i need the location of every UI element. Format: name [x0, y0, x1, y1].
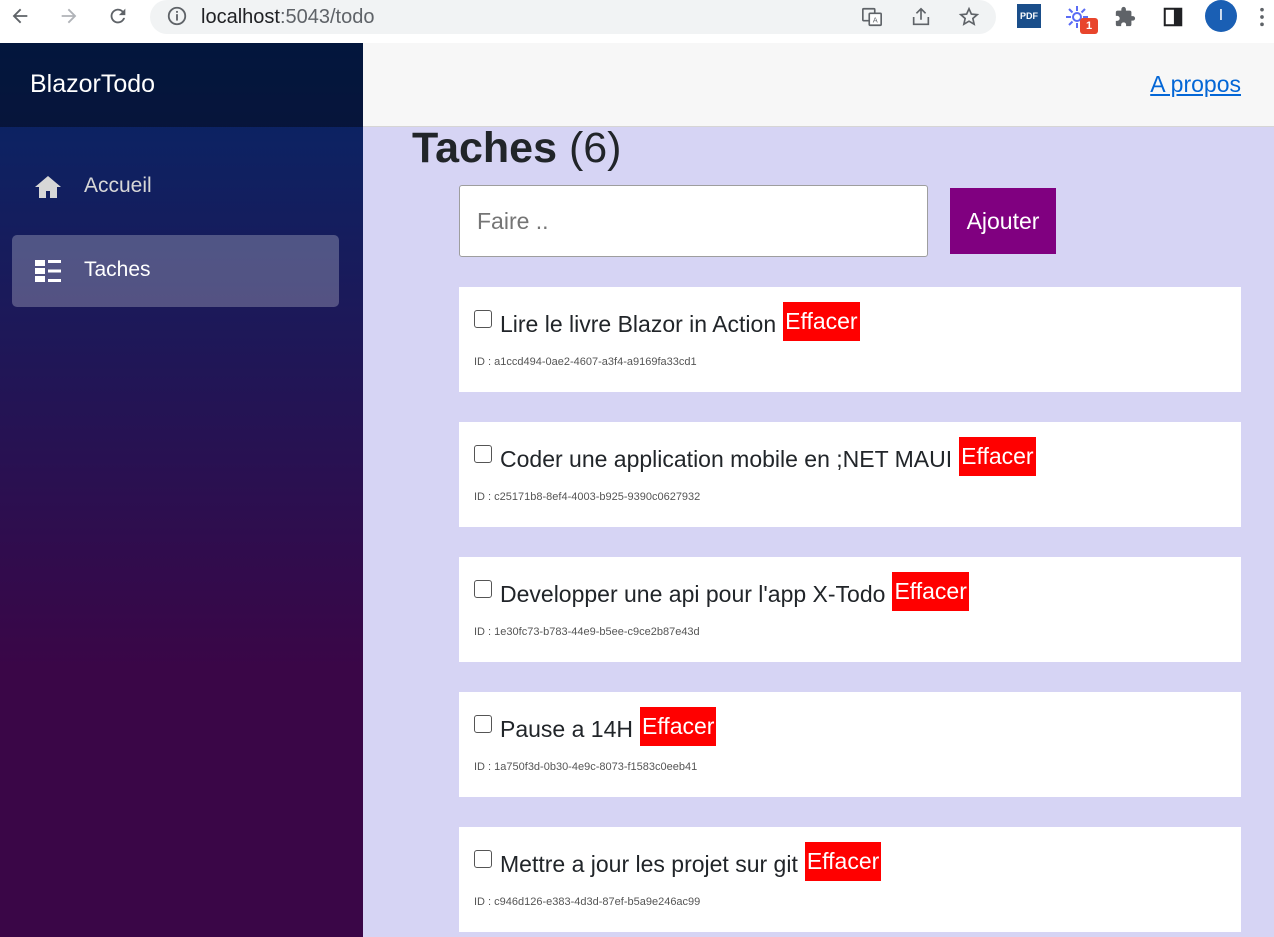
page-title-text: Taches — [412, 124, 557, 172]
add-button[interactable]: Ajouter — [950, 188, 1056, 254]
info-icon[interactable] — [166, 5, 188, 27]
address-bar[interactable]: localhost:5043/todo A — [150, 0, 996, 34]
delete-button[interactable]: Effacer — [783, 302, 860, 341]
app-brand[interactable]: BlazorTodo — [30, 70, 155, 99]
reload-button[interactable] — [104, 2, 132, 30]
todo-id: ID : 1a750f3d-0b30-4e9c-8073-f1583c0eeb4… — [474, 761, 698, 773]
todo-title-row: Lire le livre Blazor in Action Effacer — [500, 302, 860, 341]
todo-checkbox[interactable] — [474, 445, 492, 463]
side-panel-button[interactable] — [1160, 3, 1186, 31]
todo-title: Coder une application mobile en ;NET MAU… — [500, 446, 953, 472]
delete-button[interactable]: Effacer — [639, 707, 717, 746]
todo-item: Lire le livre Blazor in Action Effacer ID… — [459, 287, 1241, 392]
todo-checkbox[interactable] — [474, 580, 492, 598]
todo-title: Pause a 14H — [500, 716, 633, 742]
more-vertical-icon — [1260, 7, 1264, 27]
url-path: :5043/todo — [279, 6, 375, 28]
todo-item: Coder une application mobile en ;NET MAU… — [459, 422, 1241, 527]
todo-title-row: Coder une application mobile en ;NET MAU… — [500, 437, 1036, 476]
todo-checkbox[interactable] — [474, 850, 492, 868]
arrow-left-icon — [12, 8, 28, 24]
sidebar: BlazorTodo Accueil Taches — [0, 43, 363, 937]
puzzle-icon — [1115, 6, 1136, 27]
url-host: localhost — [201, 6, 280, 28]
sidebar-item-accueil[interactable]: Accueil — [12, 151, 339, 223]
todo-count: (6) — [568, 124, 622, 172]
extension-badge: 1 — [1080, 18, 1098, 34]
arrow-right-icon — [61, 8, 77, 24]
reload-icon — [110, 8, 126, 24]
forward-button[interactable] — [55, 2, 83, 30]
todo-title: Lire le livre Blazor in Action — [500, 311, 777, 337]
top-row: A propos — [363, 43, 1274, 127]
delete-button[interactable]: Effacer — [892, 572, 969, 611]
todo-title: Mettre a jour les projet sur git — [500, 851, 798, 877]
svg-text:A: A — [873, 16, 878, 25]
todo-checkbox[interactable] — [474, 715, 492, 733]
todo-item: Developper une api pour l'app X-Todo Effa… — [459, 557, 1241, 662]
back-button[interactable] — [6, 2, 34, 30]
translate-icon: A — [862, 7, 882, 27]
todo-item: Pause a 14H Effacer ID : 1a750f3d-0b30-4e… — [459, 692, 1241, 797]
todo-title: Developper une api pour l'app X-Todo — [500, 581, 886, 607]
share-icon — [912, 7, 930, 26]
pdf-extension-icon[interactable]: PDF — [1017, 4, 1041, 28]
sidebar-item-label: Accueil — [84, 174, 152, 197]
todo-id: ID : c25171b8-8ef4-4003-b925-9390c062793… — [474, 491, 701, 503]
side-panel-icon — [1163, 7, 1183, 27]
brand-bar: BlazorTodo — [0, 43, 363, 127]
url-text: localhost:5043/todo — [201, 6, 374, 29]
todo-title-row: Developper une api pour l'app X-Todo Effa… — [500, 572, 969, 611]
bookmark-button[interactable] — [956, 4, 982, 30]
star-icon — [958, 6, 980, 26]
todo-id: ID : 1e30fc73-b783-44e9-b5ee-c9ce2b87e43… — [474, 626, 700, 638]
delete-button[interactable]: Effacer — [804, 842, 882, 881]
sidebar-item-label: Taches — [84, 258, 151, 281]
todo-title-row: Mettre a jour les projet sur git Effacer — [500, 842, 882, 881]
new-todo-input[interactable] — [459, 185, 928, 257]
share-button[interactable] — [908, 4, 934, 30]
home-icon — [35, 176, 61, 198]
profile-avatar[interactable]: I — [1205, 0, 1237, 32]
list-icon — [35, 260, 61, 282]
todo-checkbox[interactable] — [474, 310, 492, 328]
todo-title-row: Pause a 14H Effacer — [500, 707, 717, 746]
about-link[interactable]: A propos — [1150, 71, 1241, 98]
browser-menu-button[interactable] — [1252, 3, 1272, 31]
translate-button[interactable]: A — [859, 4, 885, 30]
browser-toolbar: localhost:5043/todo A PDF 1 I — [0, 0, 1274, 43]
main-content: Taches (6) Ajouter Lire le livre Blazor … — [363, 124, 1274, 937]
sidebar-item-taches[interactable]: Taches — [12, 235, 339, 307]
page-title: Taches (6) — [412, 124, 622, 173]
todo-item: Mettre a jour les projet sur git Effacer … — [459, 827, 1241, 932]
delete-button[interactable]: Effacer — [959, 437, 1036, 476]
extensions-menu-button[interactable] — [1112, 3, 1138, 31]
todo-id: ID : c946d126-e383-4d3d-87ef-b5a9e246ac9… — [474, 896, 701, 908]
todo-id: ID : a1ccd494-0ae2-4607-a3f4-a9169fa33cd… — [474, 356, 697, 368]
